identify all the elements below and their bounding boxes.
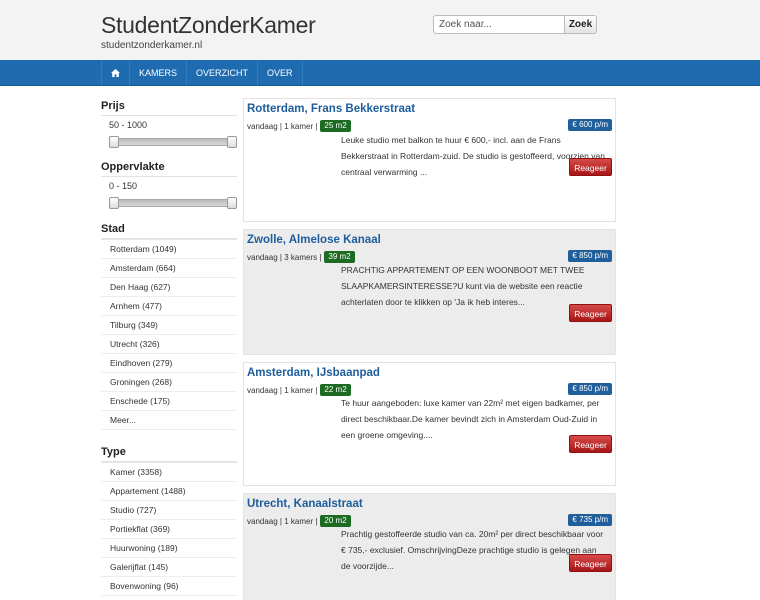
- city-filter-item[interactable]: Eindhoven (279): [101, 354, 237, 373]
- price-badge: € 735 p/m: [568, 514, 612, 526]
- area-range-label: 0 - 150: [109, 181, 138, 191]
- city-filter-item[interactable]: Arnhem (477): [101, 297, 237, 316]
- city-filter-item[interactable]: Groningen (268): [101, 373, 237, 392]
- listing-meta-text: vandaag | 1 kamer |: [247, 516, 318, 526]
- type-filter-item[interactable]: Kamer (3358): [101, 463, 237, 482]
- price-slider-track: [109, 138, 237, 146]
- main-navbar: KAMERS OVERZICHT OVER: [0, 60, 760, 86]
- reageer-button[interactable]: Reageer: [569, 554, 612, 572]
- city-filter-item[interactable]: Utrecht (326): [101, 335, 237, 354]
- site-title[interactable]: StudentZonderKamer: [101, 12, 316, 39]
- price-badge: € 850 p/m: [568, 250, 612, 262]
- home-icon: [111, 69, 120, 77]
- nav-kamers[interactable]: KAMERS: [130, 60, 188, 86]
- listing-meta: vandaag | 1 kamer | 25 m2: [247, 120, 351, 132]
- listing-title-link[interactable]: Rotterdam, Frans Bekkerstraat: [247, 103, 415, 115]
- search-button[interactable]: Zoek: [564, 15, 597, 34]
- price-range-label: 50 - 1000: [109, 120, 148, 130]
- listing-meta: vandaag | 1 kamer | 22 m2: [247, 384, 351, 396]
- listing-meta-text: vandaag | 1 kamer |: [247, 385, 318, 395]
- area-slider-min-handle[interactable]: [109, 197, 119, 209]
- listing-title-link[interactable]: Zwolle, Almelose Kanaal: [247, 234, 381, 246]
- type-filter-item[interactable]: Studio (727): [101, 501, 237, 520]
- city-filter-item[interactable]: Rotterdam (1049): [101, 240, 237, 259]
- listing-card: Zwolle, Almelose Kanaal € 850 p/m vandaa…: [243, 229, 616, 355]
- listing-meta: vandaag | 1 kamer | 20 m2: [247, 515, 351, 527]
- listing-meta: vandaag | 3 kamers | 39 m2: [247, 251, 355, 263]
- nav-overzicht[interactable]: OVERZICHT: [187, 60, 259, 86]
- city-filter-item[interactable]: Enschede (175): [101, 392, 237, 411]
- type-filter-item[interactable]: Galerijflat (145): [101, 558, 237, 577]
- listing-title-link[interactable]: Utrecht, Kanaalstraat: [247, 498, 363, 510]
- listing-description: PRACHTIG APPARTEMENT OP EEN WOONBOOT MET…: [341, 265, 585, 307]
- area-slider-track: [109, 199, 237, 207]
- city-filter-item[interactable]: Tilburg (349): [101, 316, 237, 335]
- site-subtitle: studentzonderkamer.nl: [101, 40, 203, 51]
- nav-menu: KAMERS OVERZICHT OVER: [101, 60, 303, 86]
- type-filter-item[interactable]: Portiekflat (369): [101, 520, 237, 539]
- city-filter-item[interactable]: Amsterdam (664): [101, 259, 237, 278]
- area-slider-max-handle[interactable]: [227, 197, 237, 209]
- reageer-button[interactable]: Reageer: [569, 304, 612, 322]
- listing-description: Te huur aangeboden: luxe kamer van 22m² …: [341, 398, 600, 440]
- listing-meta-text: vandaag | 3 kamers |: [247, 252, 322, 262]
- type-filter-list: Kamer (3358) Appartement (1488) Studio (…: [101, 462, 237, 596]
- city-filter-list: Rotterdam (1049) Amsterdam (664) Den Haa…: [101, 239, 237, 430]
- area-slider[interactable]: [109, 197, 237, 209]
- city-filter-more-link[interactable]: Meer...: [101, 411, 237, 430]
- listing-card: Utrecht, Kanaalstraat € 735 p/m vandaag …: [243, 493, 616, 600]
- filter-heading-oppervlakte: Oppervlakte: [101, 161, 237, 177]
- listing-card: Rotterdam, Frans Bekkerstraat € 600 p/m …: [243, 98, 616, 222]
- filter-sidebar: Prijs 50 - 1000 Oppervlakte 0 - 150 Stad…: [101, 100, 237, 596]
- reageer-button[interactable]: Reageer: [569, 158, 612, 176]
- site-header: StudentZonderKamer studentzonderkamer.nl…: [0, 0, 760, 60]
- price-slider-max-handle[interactable]: [227, 136, 237, 148]
- filter-heading-type: Type: [101, 446, 237, 462]
- nav-over[interactable]: OVER: [258, 60, 303, 86]
- filter-heading-stad: Stad: [101, 223, 237, 239]
- listing-meta-text: vandaag | 1 kamer |: [247, 121, 318, 131]
- price-badge: € 850 p/m: [568, 383, 612, 395]
- type-filter-item[interactable]: Bovenwoning (96): [101, 577, 237, 596]
- price-slider-min-handle[interactable]: [109, 136, 119, 148]
- nav-home[interactable]: [102, 60, 130, 86]
- price-slider[interactable]: [109, 136, 237, 148]
- size-badge: 25 m2: [320, 120, 351, 132]
- reageer-button[interactable]: Reageer: [569, 435, 612, 453]
- listing-description: Leuke studio met balkon te huur € 600,- …: [341, 135, 605, 177]
- type-filter-item[interactable]: Appartement (1488): [101, 482, 237, 501]
- listing-title-link[interactable]: Amsterdam, IJsbaanpad: [247, 367, 380, 379]
- listing-description: Prachtig gestoffeerde studio van ca. 20m…: [341, 529, 604, 571]
- type-filter-item[interactable]: Huurwoning (189): [101, 539, 237, 558]
- listing-card: Amsterdam, IJsbaanpad € 850 p/m vandaag …: [243, 362, 616, 486]
- city-filter-item[interactable]: Den Haag (627): [101, 278, 237, 297]
- filter-heading-prijs: Prijs: [101, 100, 237, 116]
- search-form: Zoek: [433, 15, 597, 34]
- search-input[interactable]: [433, 15, 564, 34]
- price-badge: € 600 p/m: [568, 119, 612, 131]
